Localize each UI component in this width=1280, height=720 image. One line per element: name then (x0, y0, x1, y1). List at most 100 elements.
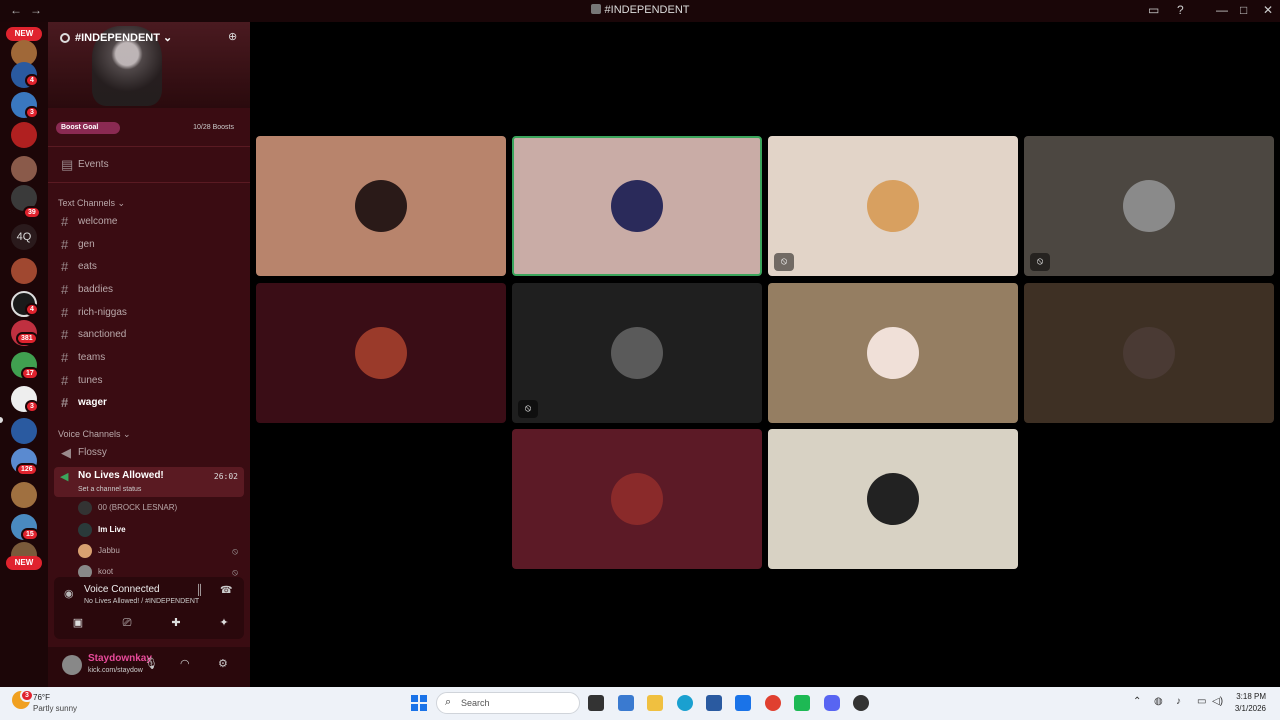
text-channels-category[interactable]: Text Channels ⌄ (58, 198, 125, 209)
server-icon[interactable] (11, 418, 37, 444)
settings-gear-icon[interactable]: ⚙ (218, 657, 228, 670)
mention-badge: 3 (25, 106, 39, 119)
network-icon[interactable]: ▭ (1197, 696, 1206, 707)
username[interactable]: Staydownkay (88, 653, 152, 664)
participant-avatar (867, 327, 919, 379)
server-banner: #INDEPENDENT ⌄ ⊕ (48, 22, 250, 108)
clock-time[interactable]: 3:18 PM (1226, 692, 1266, 701)
participant-tile[interactable] (768, 429, 1018, 569)
divider (48, 146, 250, 147)
participant-tile-speaking[interactable] (512, 136, 762, 276)
mic-muted-icon: ⦸ (232, 546, 238, 556)
participant-tile[interactable]: ⦸ (768, 136, 1018, 276)
mic-muted-icon: ⦸ (774, 253, 794, 271)
disconnect-icon[interactable]: ☎ (220, 585, 232, 596)
participant-avatar (1123, 327, 1175, 379)
divider (48, 182, 250, 183)
voice-channels-category[interactable]: Voice Channels ⌄ (58, 429, 131, 440)
weather-temp: 76°F (33, 693, 50, 702)
boost-count: 10/28 Boosts (193, 124, 234, 131)
inbox-icon[interactable]: ▭ (1148, 3, 1159, 17)
participant-tile[interactable]: ⦸ (1024, 136, 1274, 276)
search-label: Search (461, 698, 490, 708)
noise-suppression-icon[interactable]: ║ (196, 585, 203, 596)
avatar (78, 501, 92, 515)
participant-tile[interactable]: ⦸ (512, 283, 762, 423)
channel-rich-niggas[interactable]: # rich-niggas (54, 303, 244, 323)
search-icon: ⌕ (445, 696, 452, 708)
channel-baddies[interactable]: # baddies (54, 280, 244, 300)
channel-sidebar: #INDEPENDENT ⌄ ⊕ Boost Goal 10/28 Boosts… (48, 22, 250, 687)
voice-connection-panel: ◉ Voice Connected No Lives Allowed! / #I… (54, 577, 244, 639)
server-icon[interactable] (11, 156, 37, 182)
avatar (78, 523, 92, 537)
voice-channel-name: No Lives Allowed! (78, 470, 164, 481)
discord-icon[interactable] (824, 695, 840, 711)
channel-tunes[interactable]: # tunes (54, 371, 244, 391)
active-voice-channel[interactable]: ◀ No Lives Allowed! 26:02 Set a channel … (54, 467, 244, 497)
start-button[interactable] (411, 695, 427, 711)
user-panel: Staydownkay kick.com/staydow 🎙 ◠ ⚙ (48, 647, 250, 687)
channel-welcome[interactable]: # welcome (54, 212, 244, 232)
voice-member[interactable]: Jabbu ⦸ (76, 542, 242, 560)
server-icon-text[interactable]: 4Q (11, 224, 37, 250)
chrome-icon[interactable] (765, 695, 781, 711)
participant-avatar (611, 327, 663, 379)
voice-connected-sub[interactable]: No Lives Allowed! / #INDEPENDENT (84, 598, 199, 605)
hash-icon: # (61, 214, 69, 229)
hash-icon: # (61, 350, 69, 365)
user-avatar[interactable] (62, 655, 82, 675)
participant-tile[interactable] (768, 283, 1018, 423)
server-icon[interactable] (11, 122, 37, 148)
obs-icon[interactable] (853, 695, 869, 711)
file-explorer-icon[interactable] (647, 695, 663, 711)
soundboard-button[interactable]: ✦ (204, 613, 244, 633)
help-icon[interactable]: ? (1177, 3, 1184, 17)
server-icon[interactable] (11, 258, 37, 284)
participant-tile[interactable] (256, 283, 506, 423)
mention-badge: 15 (21, 528, 39, 541)
voice-member[interactable]: 00 (BROCK LESNAR) (76, 499, 242, 517)
participant-tile[interactable] (1024, 283, 1274, 423)
participant-tile[interactable] (512, 429, 762, 569)
participant-tile[interactable] (256, 136, 506, 276)
set-channel-status[interactable]: Set a channel status (78, 486, 141, 493)
participant-avatar (355, 327, 407, 379)
boost-goal[interactable]: Boost Goal 10/28 Boosts (56, 122, 242, 134)
close-button[interactable]: ✕ (1263, 3, 1273, 17)
activities-button[interactable]: ✚ (156, 613, 196, 633)
mention-badge: 126 (16, 463, 38, 476)
voice-channel-flossy[interactable]: ◀ Flossy (54, 443, 244, 463)
participant-avatar (611, 180, 663, 232)
channel-gen[interactable]: # gen (54, 235, 244, 255)
volume-icon[interactable]: ◁) (1212, 696, 1223, 707)
edge-icon[interactable] (677, 695, 693, 711)
channel-teams[interactable]: # teams (54, 348, 244, 368)
events-item[interactable]: ▤ Events (54, 155, 244, 175)
tray-icon[interactable]: ◍ (1154, 696, 1163, 707)
voice-member[interactable]: Im Live (76, 521, 242, 539)
outlook-icon[interactable] (735, 695, 751, 711)
tray-overflow-icon[interactable]: ⌃ (1133, 696, 1141, 707)
channel-wager[interactable]: # wager (54, 393, 244, 413)
screen-share-button[interactable]: ⎚ (107, 613, 147, 633)
mention-badge: 4 (25, 303, 39, 316)
camera-off-button[interactable]: ▣ (58, 613, 98, 633)
server-icon[interactable] (11, 482, 37, 508)
app-icon[interactable] (794, 695, 810, 711)
tray-mic-icon[interactable]: ♪ (1176, 696, 1181, 707)
clock-date[interactable]: 3/1/2026 (1226, 704, 1266, 713)
channel-sanctioned[interactable]: # sanctioned (54, 325, 244, 345)
taskbar-search[interactable]: ⌕ Search (436, 692, 580, 714)
voice-connected-label: Voice Connected (84, 584, 160, 595)
minimize-button[interactable]: — (1216, 3, 1228, 17)
task-view-icon[interactable] (588, 695, 604, 711)
microphone-icon[interactable]: 🎙 (144, 657, 158, 670)
invite-icon[interactable]: ⊕ (228, 30, 240, 43)
maximize-button[interactable]: □ (1240, 3, 1247, 17)
headphones-icon[interactable]: ◠ (180, 657, 190, 670)
copilot-icon[interactable] (618, 695, 634, 711)
server-name-dropdown[interactable]: #INDEPENDENT ⌄ (60, 31, 172, 44)
store-icon[interactable] (706, 695, 722, 711)
channel-eats[interactable]: # eats (54, 257, 244, 277)
